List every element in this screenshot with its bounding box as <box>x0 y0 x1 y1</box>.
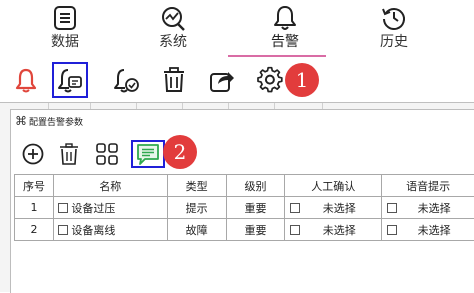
tab-alarm-label: 告警 <box>245 34 325 50</box>
share-icon <box>208 66 236 94</box>
manual-confirm-cell[interactable]: 未选择 <box>285 197 382 219</box>
voice-prompt-cell[interactable]: 未选择 <box>382 219 474 241</box>
alarm-bell-button[interactable] <box>8 62 44 98</box>
row-checkbox[interactable] <box>58 203 68 213</box>
manual-confirm-cell[interactable]: 未选择 <box>285 219 382 241</box>
level-cell[interactable]: 重要 <box>226 219 285 241</box>
grid-icon <box>95 142 119 166</box>
column-header[interactable]: 级别 <box>226 175 285 197</box>
tab-alarm[interactable]: 告警 <box>245 4 325 56</box>
add-button[interactable] <box>19 140 47 168</box>
bell-check-icon <box>112 66 140 94</box>
message-config-button[interactable] <box>131 140 165 168</box>
table-row[interactable]: 2 设备离线 故障 重要 未选择 未选择 <box>15 219 474 241</box>
name-cell[interactable]: 设备离线 <box>53 219 167 241</box>
voice-checkbox[interactable] <box>387 225 397 235</box>
column-header[interactable]: 序号 <box>15 175 54 197</box>
chat-message-icon <box>135 142 161 166</box>
tab-history[interactable]: 历史 <box>354 4 434 56</box>
level-cell[interactable]: 重要 <box>226 197 285 219</box>
row-checkbox[interactable] <box>58 225 68 235</box>
data-list-icon <box>51 4 79 32</box>
command-icon: ⌘ <box>15 114 27 128</box>
system-monitor-icon <box>159 4 187 32</box>
alarm-parameter-table: 序号 名称 类型 级别 人工确认 语音提示 1 设备过压 提示 重要 未选择 未… <box>14 174 474 241</box>
grid-view-button[interactable] <box>93 140 121 168</box>
tab-history-label: 历史 <box>354 34 434 50</box>
alarm-toolbar: 1 <box>0 58 474 102</box>
config-panel: ⌘配置告警参数 <box>0 102 474 292</box>
alarm-name: 设备过压 <box>71 202 115 215</box>
add-circle-icon <box>21 142 45 166</box>
column-header[interactable]: 名称 <box>53 175 167 197</box>
type-cell[interactable]: 故障 <box>167 219 226 241</box>
column-header[interactable]: 类型 <box>167 175 226 197</box>
table-header-row: 序号 名称 类型 级别 人工确认 语音提示 <box>15 175 474 197</box>
trash-icon <box>57 142 81 166</box>
dialog-title: 配置告警参数 <box>29 118 83 128</box>
delete-row-button[interactable] <box>55 140 83 168</box>
voice-prompt-cell[interactable]: 未选择 <box>382 197 474 219</box>
gear-icon <box>256 66 284 94</box>
confirm-checkbox[interactable] <box>290 203 300 213</box>
dialog-title-bar: ⌘配置告警参数 <box>15 113 83 129</box>
tab-data[interactable]: 数据 <box>25 4 105 56</box>
column-header[interactable]: 语音提示 <box>382 175 474 197</box>
name-cell[interactable]: 设备过压 <box>53 197 167 219</box>
active-tab-indicator <box>228 55 326 57</box>
row-index: 1 <box>15 197 54 219</box>
alarm-acknowledge-button[interactable] <box>108 62 144 98</box>
tab-system[interactable]: 系统 <box>133 4 213 56</box>
bell-icon <box>271 4 299 32</box>
alarm-name: 设备离线 <box>71 224 115 237</box>
trash-icon <box>160 66 188 94</box>
history-clock-icon <box>380 4 408 32</box>
step-badge-2: 2 <box>163 135 197 169</box>
row-index: 2 <box>15 219 54 241</box>
dialog-toolbar: 2 <box>11 136 474 172</box>
bell-red-icon <box>12 66 40 94</box>
alarm-config-dialog: ⌘配置告警参数 <box>10 109 474 293</box>
voice-checkbox[interactable] <box>387 203 397 213</box>
step-badge-1: 1 <box>285 63 319 97</box>
tab-data-label: 数据 <box>25 34 105 50</box>
table-row[interactable]: 1 设备过压 提示 重要 未选择 未选择 <box>15 197 474 219</box>
top-navigation: 数据 系统 告警 历史 <box>0 0 474 58</box>
confirm-checkbox[interactable] <box>290 225 300 235</box>
tab-system-label: 系统 <box>133 34 213 50</box>
delete-button[interactable] <box>156 62 192 98</box>
alarm-config-button[interactable] <box>52 62 88 98</box>
bell-message-icon <box>56 66 84 94</box>
column-header[interactable]: 人工确认 <box>285 175 382 197</box>
type-cell[interactable]: 提示 <box>167 197 226 219</box>
settings-button[interactable] <box>252 62 288 98</box>
export-share-button[interactable] <box>204 62 240 98</box>
